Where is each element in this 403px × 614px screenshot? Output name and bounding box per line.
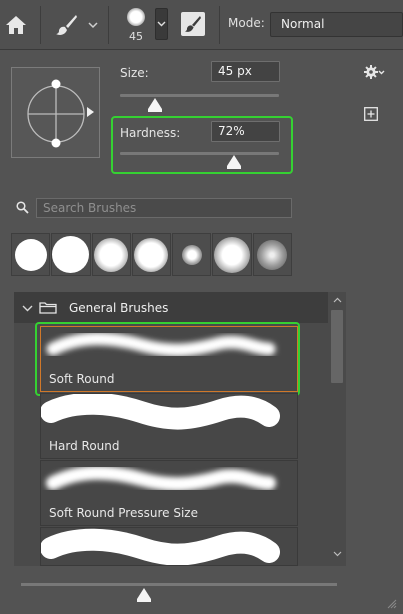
brush-tip-preview [181,244,202,265]
brush-settings-toggle[interactable] [181,12,205,36]
recent-brush-soft-round-faint[interactable] [252,233,292,276]
brush-stroke-preview [41,528,280,565]
folder-icon [38,300,58,315]
brush-preset-picker-button[interactable]: 45 [118,5,154,47]
preview-size-slider-track[interactable] [21,583,337,586]
size-field[interactable]: 45 px [211,61,280,82]
chevron-down-icon[interactable] [86,18,100,32]
recent-brush-soft-round-3[interactable] [212,233,252,276]
brush-tip-preview [214,236,251,273]
slider-thumb-icon [137,588,151,599]
toolbar-separator [108,6,109,44]
brush-item-label: Hard Round [49,439,120,453]
brush-picker-dropdown[interactable] [155,8,168,40]
new-preset-icon[interactable] [363,106,379,122]
brush-settings-icon [185,16,201,32]
brush-item-hard-round[interactable]: Hard Round [40,393,298,459]
hardness-field[interactable]: 72% [211,121,280,142]
home-icon[interactable] [4,13,28,37]
chevron-down-icon[interactable] [20,302,34,314]
brush-tip-preview [52,236,90,273]
brush-tip-preview [127,8,145,26]
slider-thumb-icon [227,155,241,166]
brush-stroke-preview [46,465,276,492]
scroll-up-icon[interactable] [331,295,343,305]
brush-tip-preview [257,239,288,270]
brush-tip-preview [134,237,169,272]
size-label: Size: [120,66,149,80]
slider-thumb-base [148,109,162,112]
scrollbar-thumb[interactable] [331,310,343,383]
angle-handle-arrow-icon[interactable] [87,107,94,117]
resize-grip-icon[interactable] [384,596,398,610]
hardness-slider-thumb[interactable] [227,155,241,169]
selected-brush-highlight [35,322,300,396]
scroll-down-icon[interactable] [331,549,343,559]
hardness-slider-track[interactable] [120,152,279,155]
mode-select[interactable]: Normal [270,12,403,37]
brush-group-header[interactable] [14,292,328,323]
recent-brush-hard-round[interactable] [11,233,51,276]
recent-brush-hard-round-large[interactable] [51,233,91,276]
toolbar-separator [219,6,220,44]
paintbrush-icon[interactable] [54,12,80,38]
size-slider-thumb[interactable] [148,98,162,112]
recent-brush-small-soft[interactable] [172,233,212,276]
search-brushes-input[interactable]: Search Brushes [36,198,292,218]
mode-label: Mode: [228,16,265,30]
brush-stroke-preview [41,394,280,430]
brush-item-4[interactable] [40,527,298,566]
recent-brush-soft-round[interactable] [91,233,131,276]
slider-thumb-icon [148,98,162,109]
gear-icon[interactable] [362,62,386,82]
recent-brushes-row [11,233,293,276]
search-icon [14,199,30,215]
preview-size-slider-thumb[interactable] [137,588,151,602]
size-slider-track[interactable] [120,94,279,97]
brush-item-label: Soft Round Pressure Size [49,506,198,520]
brush-group-title: General Brushes [69,301,169,315]
slider-thumb-base [137,599,151,602]
brush-tip-preview [14,238,47,271]
slider-thumb-base [227,166,241,169]
recent-brush-soft-round-2[interactable] [131,233,172,276]
toolbar-separator [40,6,41,44]
brush-item-soft-round-pressure-size[interactable]: Soft Round Pressure Size [40,460,298,526]
brush-tip-preview [94,237,129,272]
brush-size-thumb-label: 45 [129,30,143,43]
hardness-label: Hardness: [120,126,181,140]
